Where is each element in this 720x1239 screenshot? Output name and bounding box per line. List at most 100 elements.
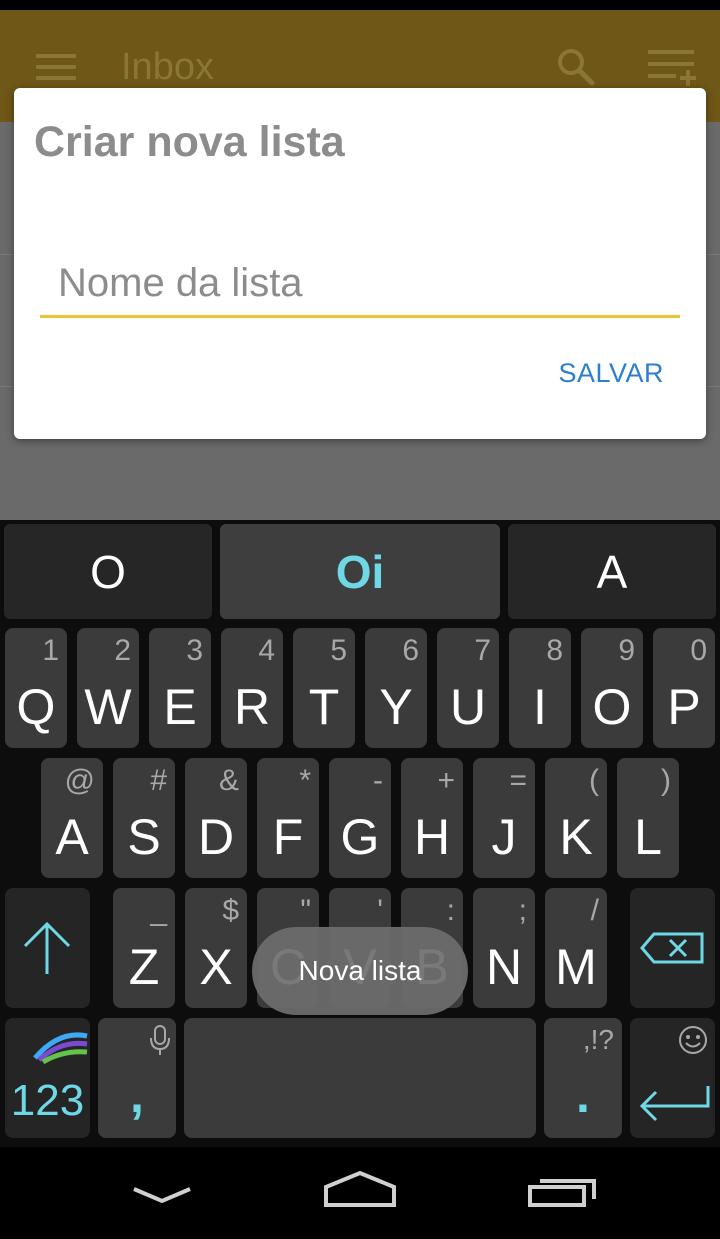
tooltip: Nova lista xyxy=(252,927,468,1015)
key-label: W xyxy=(84,679,132,735)
key-alt-label: - xyxy=(373,764,383,797)
key-q[interactable]: 1Q xyxy=(5,628,67,748)
list-name-field xyxy=(40,248,680,318)
key-w[interactable]: 2W xyxy=(77,628,139,748)
key-l[interactable]: ) L xyxy=(617,758,679,878)
key-r[interactable]: 4R xyxy=(221,628,283,748)
period-label: . xyxy=(576,1067,590,1123)
key-label: I xyxy=(533,679,547,735)
menu-icon[interactable] xyxy=(36,54,76,80)
suggestion-2[interactable]: Oi xyxy=(220,524,500,619)
key-h[interactable]: + H xyxy=(401,758,463,878)
key-f[interactable]: * F xyxy=(257,758,319,878)
key-k[interactable]: (K xyxy=(545,758,607,878)
key-alt-label: # xyxy=(150,764,167,797)
key-j[interactable]: = J xyxy=(473,758,535,878)
key-p[interactable]: 0P xyxy=(653,628,715,748)
key-t[interactable]: 5T xyxy=(293,628,355,748)
key-label: R xyxy=(233,679,271,735)
period-key[interactable]: ,!? . xyxy=(544,1018,622,1138)
key-alt-label: + xyxy=(437,764,455,797)
key-alt-label: $ xyxy=(222,894,239,927)
key-d[interactable]: & D xyxy=(185,758,247,878)
key-o[interactable]: 9O xyxy=(581,628,643,748)
key-alt-label: 9 xyxy=(618,634,635,667)
key-alt-label: 5 xyxy=(330,634,347,667)
suggestion-1[interactable]: O xyxy=(4,524,212,619)
key-label: Z xyxy=(128,939,160,995)
key-a[interactable]: @ A xyxy=(41,758,103,878)
key-e[interactable]: 3E xyxy=(149,628,211,748)
navigation-bar xyxy=(0,1147,720,1239)
key-alt-label: _ xyxy=(150,894,167,927)
swiftkey-logo-icon xyxy=(33,1032,88,1064)
home-icon[interactable] xyxy=(322,1169,398,1219)
key-u[interactable]: 7U xyxy=(437,628,499,748)
key-label: Q xyxy=(16,679,56,735)
status-bar xyxy=(0,0,720,10)
suggestion-3[interactable]: A xyxy=(508,524,716,619)
key-alt-label: * xyxy=(299,764,311,797)
key-label: X xyxy=(199,939,233,995)
key-label: T xyxy=(308,679,340,735)
key-alt-label: 7 xyxy=(474,634,491,667)
key-y[interactable]: 6Y xyxy=(365,628,427,748)
period-alt-label: ,!? xyxy=(582,1024,614,1055)
key-m[interactable]: / M xyxy=(545,888,607,1008)
key-s[interactable]: # S xyxy=(113,758,175,878)
add-list-icon[interactable] xyxy=(648,48,698,88)
key-alt-label: 8 xyxy=(546,634,563,667)
dialog-title: Criar nova lista xyxy=(34,118,345,166)
enter-arrow-icon xyxy=(639,1086,710,1122)
key-label: F xyxy=(272,809,304,865)
recent-apps-icon[interactable] xyxy=(526,1169,598,1219)
key-label: A xyxy=(55,809,89,865)
list-name-input[interactable] xyxy=(40,248,680,314)
key-label: P xyxy=(667,679,701,735)
key-alt-label: ; xyxy=(518,894,527,927)
create-list-dialog: Criar nova lista SALVAR xyxy=(14,88,706,439)
key-label: J xyxy=(491,809,517,865)
key-alt-label: 2 xyxy=(114,634,131,667)
key-label: E xyxy=(163,679,197,735)
key-label: N xyxy=(485,939,523,995)
key-alt-label: 3 xyxy=(186,634,203,667)
key-z[interactable]: _ Z xyxy=(113,888,175,1008)
key-x[interactable]: $ X xyxy=(185,888,247,1008)
back-icon[interactable] xyxy=(130,1169,194,1219)
numbers-label: 123 xyxy=(10,1076,85,1125)
key-alt-label: ' xyxy=(377,894,383,927)
key-alt-label: 6 xyxy=(402,634,419,667)
key-alt-label: ( xyxy=(589,764,599,797)
key-alt-label: 4 xyxy=(258,634,275,667)
backspace-key[interactable] xyxy=(630,888,715,1008)
key-n[interactable]: ; N xyxy=(473,888,535,1008)
key-label: S xyxy=(127,809,161,865)
key-label: G xyxy=(340,809,380,865)
search-icon[interactable] xyxy=(555,46,595,86)
key-alt-label: @ xyxy=(64,764,95,797)
key-alt-label: " xyxy=(300,894,311,927)
key-alt-label: 0 xyxy=(690,634,707,667)
comma-key[interactable]: , xyxy=(98,1018,176,1138)
shift-arrow-icon xyxy=(23,921,71,974)
key-alt-label: : xyxy=(446,894,455,927)
key-label: L xyxy=(634,809,662,865)
shift-key[interactable] xyxy=(5,888,90,1008)
smiley-icon xyxy=(679,1026,707,1054)
enter-key[interactable] xyxy=(630,1018,715,1138)
space-key[interactable] xyxy=(184,1018,536,1138)
key-alt-label: & xyxy=(218,764,239,797)
key-label: K xyxy=(559,809,593,865)
key-label: O xyxy=(592,679,632,735)
save-button[interactable]: SALVAR xyxy=(558,358,664,389)
key-label: Y xyxy=(379,679,413,735)
key-label: M xyxy=(555,939,597,995)
key-g[interactable]: -G xyxy=(329,758,391,878)
key-i[interactable]: 8I xyxy=(509,628,571,748)
key-alt-label: 1 xyxy=(42,634,59,667)
key-alt-label: / xyxy=(590,894,599,927)
key-alt-label: = xyxy=(509,764,527,797)
numbers-key[interactable]: 123 xyxy=(5,1018,90,1138)
comma-label: , xyxy=(130,1067,144,1123)
